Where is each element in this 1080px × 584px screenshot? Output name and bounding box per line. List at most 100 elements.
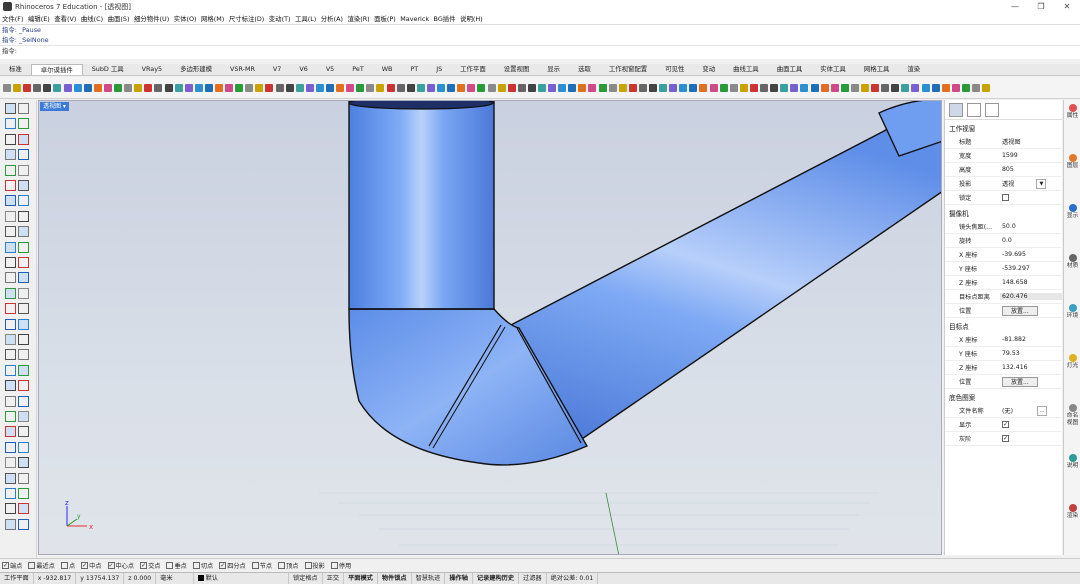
osnap-checkbox[interactable]: ✓	[81, 561, 89, 569]
modeling-tool-icon[interactable]	[5, 257, 16, 268]
cplane-label[interactable]: 工作平面	[0, 572, 34, 584]
modeling-tool-icon[interactable]	[5, 318, 16, 330]
toolbar-command-icon[interactable]	[295, 83, 304, 92]
modeling-tool-icon[interactable]	[18, 195, 29, 207]
toolbar-command-icon[interactable]	[285, 83, 294, 92]
modeling-tool-icon[interactable]	[18, 226, 29, 238]
render-settings-icon[interactable]	[967, 102, 981, 117]
modeling-tool-icon[interactable]	[18, 395, 29, 407]
toolbar-command-icon[interactable]	[881, 83, 890, 92]
modeling-tool-icon[interactable]	[5, 210, 16, 222]
target-distance-field[interactable]: 620.476	[1000, 293, 1062, 300]
menu-item[interactable]: 变动(T)	[269, 14, 291, 23]
toolbar-command-icon[interactable]	[972, 83, 980, 92]
osnap-checkbox[interactable]	[60, 561, 68, 569]
modeling-tool-icon[interactable]	[18, 426, 29, 438]
toolbar-command-icon[interactable]	[961, 83, 970, 92]
osnap-toggle[interactable]: 顶点	[278, 561, 299, 570]
status-toggle[interactable]: 正交	[323, 572, 345, 584]
toolbar-tab[interactable]: WB	[373, 64, 402, 75]
toolbar-command-icon[interactable]	[144, 83, 153, 92]
camera-place-button[interactable]: 放置...	[1002, 305, 1038, 316]
grayscale-checkbox[interactable]: ✓	[1002, 434, 1009, 442]
modeling-tool-icon[interactable]	[18, 210, 29, 222]
modeling-tool-icon[interactable]	[5, 133, 16, 145]
toolbar-command-icon[interactable]	[467, 83, 476, 92]
modeling-tool-icon[interactable]	[5, 488, 16, 499]
lock-checkbox[interactable]	[1002, 193, 1009, 201]
toolbar-command-icon[interactable]	[376, 83, 385, 92]
side-tab[interactable]: 灯光	[1066, 354, 1079, 370]
toolbar-tab[interactable]: 选取	[569, 64, 600, 75]
modeling-tool-icon[interactable]	[5, 103, 16, 114]
toolbar-command-icon[interactable]	[830, 83, 839, 92]
toolbar-command-icon[interactable]	[638, 83, 647, 92]
modeling-tool-icon[interactable]	[5, 518, 16, 530]
toolbar-tab[interactable]: 多边形建模	[171, 64, 221, 75]
menu-item[interactable]: 编辑(E)	[28, 14, 50, 23]
toolbar-command-icon[interactable]	[3, 83, 11, 92]
side-tab[interactable]: 属性	[1066, 104, 1079, 120]
modeling-tool-icon[interactable]	[18, 380, 29, 392]
osnap-checkbox[interactable]: ✓	[140, 561, 148, 569]
osnap-toggle[interactable]: ✓ 中心点	[107, 561, 134, 570]
toolbar-command-icon[interactable]	[346, 83, 355, 92]
toolbar-tab[interactable]: VRay5	[133, 64, 171, 75]
modeling-tool-icon[interactable]	[5, 118, 16, 130]
toolbar-command-icon[interactable]	[709, 83, 718, 92]
modeling-tool-icon[interactable]	[18, 118, 29, 130]
toolbar-command-icon[interactable]	[336, 83, 345, 92]
toolbar-command-icon[interactable]	[770, 83, 779, 92]
toolbar-command-icon[interactable]	[739, 83, 748, 92]
toolbar-command-icon[interactable]	[73, 83, 82, 92]
close-button[interactable]: ✕	[1054, 0, 1080, 13]
command-input[interactable]: 指令:	[0, 45, 1080, 55]
camera-x-field[interactable]: -39.695	[1000, 251, 1062, 258]
menu-item[interactable]: 说明(H)	[460, 14, 483, 23]
osnap-checkbox[interactable]: ✓	[107, 561, 115, 569]
modeling-tool-icon[interactable]	[18, 349, 29, 361]
toolbar-command-icon[interactable]	[871, 83, 880, 92]
toolbar-command-icon[interactable]	[527, 83, 536, 92]
modeling-tool-icon[interactable]	[18, 257, 29, 268]
toolbar-command-icon[interactable]	[780, 83, 789, 92]
osnap-toggle[interactable]: ✓ 交点	[140, 561, 160, 570]
toolbar-command-icon[interactable]	[729, 83, 738, 92]
osnap-checkbox[interactable]	[166, 561, 174, 569]
osnap-checkbox[interactable]: ✓	[219, 561, 227, 569]
toolbar-tab[interactable]: 设置视图	[495, 64, 539, 75]
toolbar-command-icon[interactable]	[568, 83, 577, 92]
layer-indicator[interactable]: 默认	[194, 572, 289, 584]
side-tab[interactable]: 环境	[1066, 304, 1079, 320]
modeling-tool-icon[interactable]	[5, 287, 16, 299]
toolbar-command-icon[interactable]	[33, 83, 42, 92]
toolbar-command-icon[interactable]	[315, 83, 324, 92]
modeling-tool-icon[interactable]	[5, 226, 16, 238]
modeling-tool-icon[interactable]	[18, 272, 29, 284]
toolbar-command-icon[interactable]	[659, 83, 668, 92]
menu-item[interactable]: 文件(F)	[2, 14, 23, 23]
toolbar-tab[interactable]: SubD 工具	[83, 64, 133, 75]
modeling-tool-icon[interactable]	[18, 488, 29, 499]
toolbar-command-icon[interactable]	[497, 83, 506, 92]
modeling-tool-icon[interactable]	[5, 164, 16, 176]
toolbar-command-icon[interactable]	[487, 83, 496, 92]
toolbar-tab[interactable]: VSR-MR	[221, 64, 264, 75]
toolbar-command-icon[interactable]	[699, 83, 708, 92]
toolbar-command-icon[interactable]	[265, 83, 274, 92]
toolbar-command-icon[interactable]	[326, 83, 334, 92]
rotation-field[interactable]: 0.0	[1000, 237, 1062, 244]
toolbar-tab[interactable]: 显示	[538, 64, 569, 75]
modeling-tool-icon[interactable]	[18, 503, 29, 515]
camera-y-field[interactable]: -539.297	[1000, 265, 1062, 272]
toolbar-command-icon[interactable]	[63, 83, 72, 92]
toolbar-command-icon[interactable]	[891, 83, 900, 92]
toolbar-command-icon[interactable]	[618, 83, 627, 92]
toolbar-tab[interactable]: V5	[317, 64, 343, 75]
modeling-tool-icon[interactable]	[5, 395, 16, 407]
toolbar-tab[interactable]: 渲染	[898, 64, 929, 75]
perspective-viewport[interactable]: z x y 透视图 ▾	[38, 100, 942, 555]
toolbar-command-icon[interactable]	[437, 83, 446, 92]
toolbar-command-icon[interactable]	[13, 83, 22, 92]
toolbar-command-icon[interactable]	[83, 83, 92, 92]
